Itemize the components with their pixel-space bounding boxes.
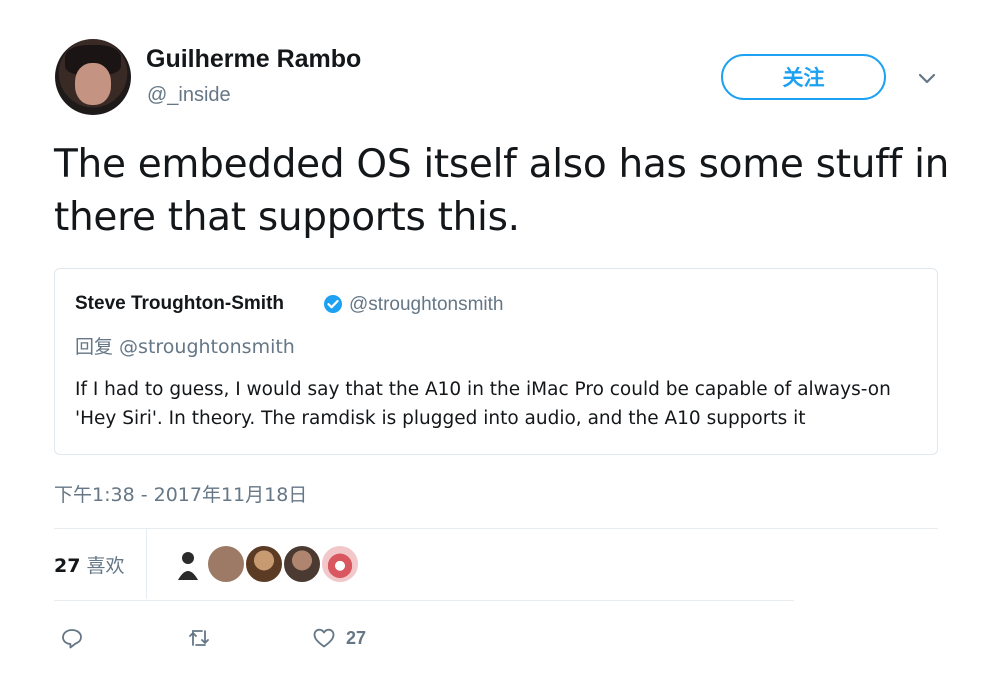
like-count: 27 [346,627,367,648]
tweet-timestamp[interactable]: 下午1:38 - 2017年11月18日 [54,480,307,507]
avatar-face [75,63,111,105]
reply-button[interactable] [60,624,84,652]
liker-avatar[interactable] [168,544,208,584]
likes-stat[interactable]: 27 喜欢 [54,551,125,578]
chevron-down-icon[interactable] [915,66,939,90]
stats-separator [146,529,147,599]
quoted-reply-to: 回复 @stroughtonsmith [75,336,295,358]
quoted-tweet[interactable]: Steve Troughton-Smith @stroughtonsmith 回… [54,268,938,455]
liker-avatar[interactable] [206,544,246,584]
tweet-text: The embedded OS itself also has some stu… [54,142,950,240]
quoted-tweet-text: If I had to guess, I would say that the … [75,379,891,429]
retweet-icon [189,630,209,646]
author-display-name[interactable]: Guilherme Rambo [146,45,361,74]
follow-button[interactable]: 关注 [721,54,886,100]
reply-icon [62,629,82,649]
divider-top [54,528,938,529]
verified-badge-icon [323,294,343,314]
author-avatar[interactable] [55,39,131,115]
likes-label: 喜欢 [86,555,125,577]
quoted-author-name[interactable]: Steve Troughton-Smith [75,293,284,315]
author-handle[interactable]: @_inside [147,84,231,107]
liker-avatar[interactable] [320,544,360,584]
liker-avatar[interactable] [244,544,284,584]
quoted-author-handle[interactable]: @stroughtonsmith [349,294,503,316]
likes-count: 27 [54,555,81,577]
retweet-button[interactable] [187,624,211,652]
liker-avatar[interactable] [282,544,322,584]
divider-bottom [54,600,794,601]
heart-icon [313,628,335,648]
like-button[interactable]: 27 [312,624,366,652]
